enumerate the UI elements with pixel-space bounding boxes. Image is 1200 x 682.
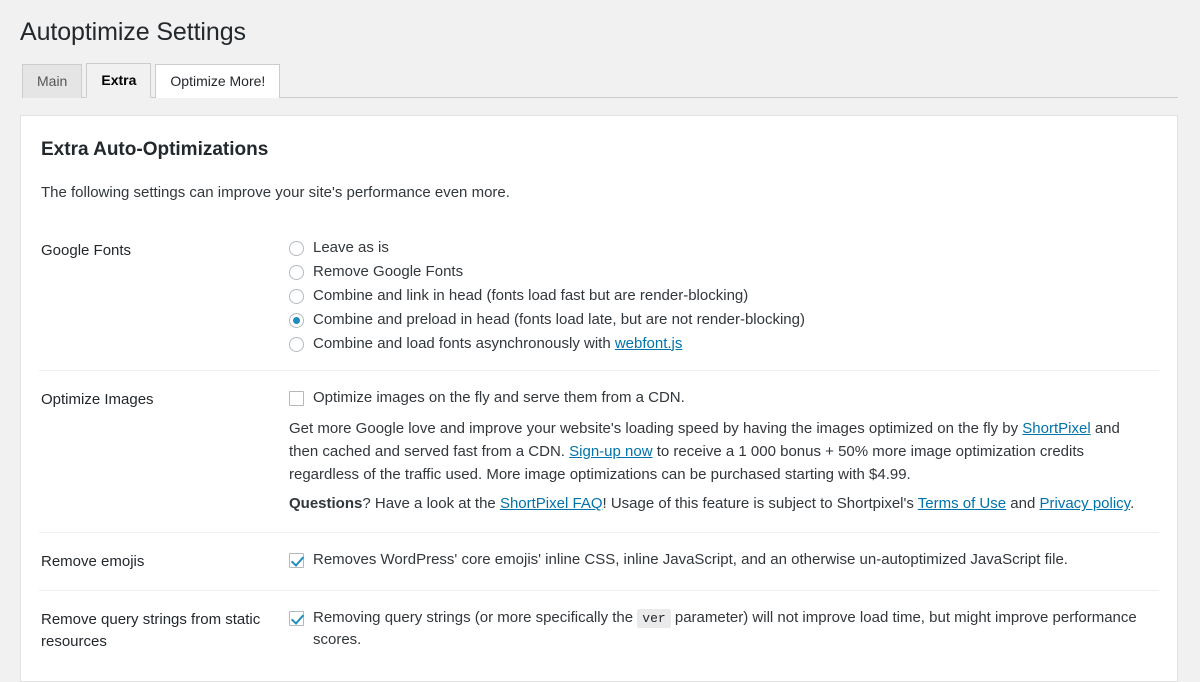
radio-icon-leave-as-is[interactable]	[289, 240, 304, 256]
setting-row-remove-query-strings: Remove query strings from static resourc…	[39, 590, 1159, 671]
link-terms-of-use[interactable]: Terms of Use	[918, 495, 1006, 512]
desc-text-part-1: Get more Google love and improve your we…	[289, 419, 1023, 437]
optimize-images-description: Get more Google love and improve your we…	[289, 417, 1149, 487]
radio-label-combine-preload-head[interactable]: Combine and preload in head (fonts load …	[313, 310, 805, 330]
tab-optimize-more[interactable]: Optimize More!	[155, 63, 281, 98]
checkbox-option-remove-query-strings[interactable]: Removing query strings (or more specific…	[289, 607, 1149, 650]
setting-label-remove-emojis: Remove emojis	[41, 552, 145, 570]
query-strings-text-part-1: Removing query strings (or more specific…	[313, 609, 638, 627]
questions-text-part-3: and	[1006, 495, 1040, 513]
radio-icon-combine-async-webfontjs[interactable]	[289, 336, 304, 352]
radio-option-remove-google-fonts[interactable]: Remove Google Fonts	[289, 262, 1149, 282]
radio-icon-combine-preload-head[interactable]	[289, 312, 304, 328]
setting-control-remove-query-strings: Removing query strings (or more specific…	[289, 591, 1159, 671]
panel-intro: The following settings can improve your …	[41, 184, 510, 202]
optimize-images-questions: Questions? Have a look at the ShortPixel…	[289, 492, 1149, 515]
checkbox-icon-remove-query-strings[interactable]	[289, 611, 304, 627]
setting-label-optimize-images: Optimize Images	[41, 390, 154, 408]
questions-text-part-1: ? Have a look at the	[362, 495, 500, 513]
checkbox-option-optimize-images[interactable]: Optimize images on the fly and serve the…	[289, 387, 1149, 408]
questions-text-part-4: .	[1130, 495, 1135, 513]
radio-option-combine-link-head[interactable]: Combine and link in head (fonts load fas…	[289, 286, 1149, 306]
panel-heading: Extra Auto-Optimizations	[41, 138, 269, 160]
setting-row-google-fonts: Google Fonts Leave as is Remove Google F…	[39, 222, 1159, 371]
radio-option-combine-async-webfontjs[interactable]: Combine and load fonts asynchronously wi…	[289, 334, 1149, 354]
checkbox-label-remove-emojis[interactable]: Removes WordPress' core emojis' inline C…	[313, 549, 1068, 570]
tab-main[interactable]: Main	[22, 63, 83, 98]
checkbox-icon-optimize-images[interactable]	[289, 390, 304, 406]
checkbox-label-optimize-images[interactable]: Optimize images on the fly and serve the…	[313, 387, 685, 408]
radio-label-remove-google-fonts[interactable]: Remove Google Fonts	[313, 262, 463, 282]
questions-bold-label: Questions	[289, 495, 363, 513]
link-shortpixel[interactable]: ShortPixel	[1022, 420, 1090, 437]
questions-text-part-2: ! Usage of this feature is subject to Sh…	[602, 495, 918, 513]
radio-label-leave-as-is[interactable]: Leave as is	[313, 238, 389, 258]
radio-option-leave-as-is[interactable]: Leave as is	[289, 238, 1149, 258]
setting-label-remove-query-strings: Remove query strings from static resourc…	[41, 611, 261, 651]
radio-option-combine-preload-head[interactable]: Combine and preload in head (fonts load …	[289, 310, 1149, 330]
setting-row-optimize-images: Optimize Images Optimize images on the f…	[39, 370, 1159, 532]
setting-label-google-fonts: Google Fonts	[41, 241, 132, 259]
checkbox-icon-remove-emojis[interactable]	[289, 552, 304, 568]
code-ver-parameter: ver	[637, 609, 671, 629]
checkbox-label-remove-query-strings[interactable]: Removing query strings (or more specific…	[313, 607, 1149, 650]
settings-form-table: Google Fonts Leave as is Remove Google F…	[39, 222, 1159, 671]
setting-control-google-fonts: Leave as is Remove Google Fonts Combine …	[289, 222, 1159, 371]
radio-label-text-combine-async: Combine and load fonts asynchronously wi…	[313, 334, 615, 352]
radio-label-combine-link-head[interactable]: Combine and link in head (fonts load fas…	[313, 286, 748, 306]
radio-label-combine-async-webfontjs[interactable]: Combine and load fonts asynchronously wi…	[313, 334, 682, 354]
setting-control-optimize-images: Optimize images on the fly and serve the…	[289, 370, 1159, 532]
link-sign-up-now[interactable]: Sign-up now	[569, 443, 652, 460]
extra-settings-panel: Extra Auto-Optimizations The following s…	[20, 114, 1178, 682]
radio-icon-remove-google-fonts[interactable]	[289, 264, 304, 280]
setting-row-remove-emojis: Remove emojis Removes WordPress' core em…	[39, 532, 1159, 591]
link-shortpixel-faq[interactable]: ShortPixel FAQ	[500, 495, 603, 512]
page-title: Autoptimize Settings	[20, 18, 246, 46]
tab-extra[interactable]: Extra	[86, 62, 152, 98]
setting-control-remove-emojis: Removes WordPress' core emojis' inline C…	[289, 532, 1159, 591]
link-privacy-policy[interactable]: Privacy policy	[1039, 495, 1130, 512]
link-webfontjs[interactable]: webfont.js	[615, 335, 683, 352]
checkbox-option-remove-emojis[interactable]: Removes WordPress' core emojis' inline C…	[289, 549, 1149, 570]
settings-tabs: Main Extra Optimize More!	[22, 62, 1178, 98]
radio-icon-combine-link-head[interactable]	[289, 288, 304, 304]
